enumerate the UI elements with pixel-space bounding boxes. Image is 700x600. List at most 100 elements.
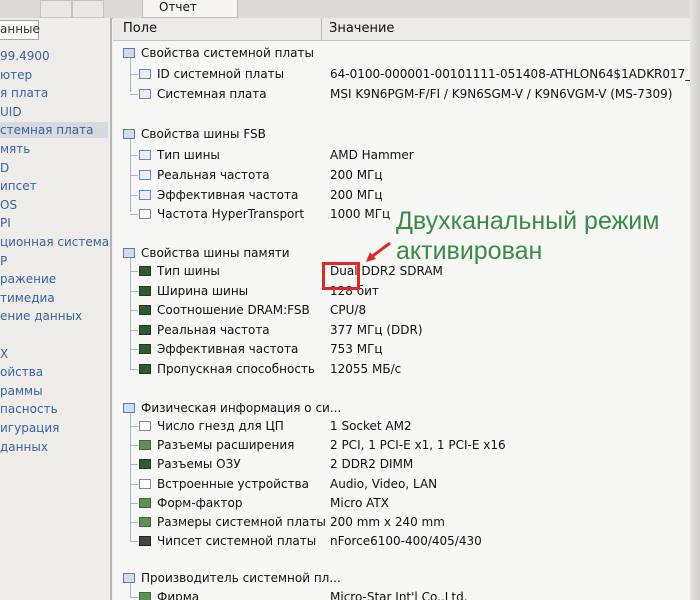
sidebar-item[interactable]: стемная плата <box>0 122 108 139</box>
table-row[interactable]: ID системной платы 64-0100-000001-0010111… <box>113 65 700 84</box>
table-row[interactable]: Фирма Micro-Star Int'l Co.,Ltd. <box>113 588 700 600</box>
toolbar-button[interactable] <box>40 0 72 18</box>
tree-branch <box>130 271 138 272</box>
board-icon <box>139 440 151 451</box>
sidebar-item[interactable]: P <box>0 253 7 269</box>
checkbox-icon <box>139 421 151 431</box>
sidebar-item[interactable]: мять <box>0 141 30 157</box>
sidebar-item[interactable]: пасность <box>0 401 58 417</box>
table-row[interactable]: Число гнезд для ЦП 1 Socket AM2 <box>113 417 700 436</box>
group-header[interactable]: Физическая информация о си... <box>113 399 700 418</box>
table-row[interactable]: Чипсет системной платы nForce6100-400/405… <box>113 532 700 551</box>
field-value: nForce6100-400/405/430 <box>330 534 482 549</box>
table-row[interactable]: Встроенные устройства Audio, Video, LAN <box>113 475 700 494</box>
info-icon <box>139 189 151 200</box>
column-header-value[interactable]: Значение <box>329 18 394 40</box>
sidebar-item[interactable]: X <box>0 346 8 362</box>
board-icon <box>139 517 151 527</box>
category-icon <box>123 48 135 58</box>
column-header-field[interactable]: Поле <box>123 18 157 40</box>
field-value: Micro-Star Int'l Co.,Ltd. <box>330 590 468 600</box>
field-value: Audio, Video, LAN <box>330 476 438 491</box>
annotation-line-2: активирован <box>396 237 543 265</box>
field-name: Тип шины <box>157 264 220 278</box>
field-value: 753 МГц <box>330 342 383 356</box>
sidebar-item[interactable]: ойства <box>0 364 43 380</box>
table-row[interactable]: Тип шины AMD Hammer <box>113 146 700 165</box>
sidebar-item[interactable]: ражение <box>0 271 56 287</box>
memory-icon <box>139 266 151 276</box>
sidebar-item[interactable]: тимедиа <box>0 290 55 306</box>
group-header[interactable]: Производитель системной пл... <box>113 569 700 588</box>
sidebar-item[interactable]: я плата <box>0 85 48 101</box>
group-title: Свойства шины FSB <box>141 127 266 141</box>
table-row[interactable]: Системная плата MSI K9N6PGM-F/FI / K9N6SG… <box>113 85 700 104</box>
sidebar-item[interactable]: ютер <box>0 67 32 83</box>
info-icon <box>139 150 151 160</box>
field-value: MSI K9N6PGM-F/FI / K9N6SGM-V / K9N6VGM-V… <box>330 86 673 101</box>
table-row[interactable]: Разъемы ОЗУ 2 DDR2 DIMM <box>113 455 700 474</box>
group-header[interactable]: Свойства системной платы <box>113 44 700 63</box>
field-value: 1000 МГц <box>330 207 391 222</box>
table-row[interactable]: Эффективная частота 200 МГц <box>113 186 700 205</box>
table-row[interactable]: Форм-фактор Micro ATX <box>113 494 700 513</box>
tree-branch <box>130 426 138 427</box>
sidebar-item[interactable]: ипсет <box>0 178 37 194</box>
field-name: Фирма <box>157 590 200 600</box>
chart-icon[interactable] <box>72 0 104 18</box>
field-name: Разъемы ОЗУ <box>157 457 241 472</box>
tree-branch <box>130 349 138 350</box>
aida64-report-screen: Отчет анные 99.4900 ютер я плата UID стемная… <box>0 0 700 600</box>
memory-icon <box>139 285 151 296</box>
memory-type-label: DDR2 SDRAM <box>361 264 443 278</box>
tree-branch <box>130 502 138 504</box>
table-row[interactable]: Соотношение DRAM:FSB CPU/8 <box>113 301 700 320</box>
table-row[interactable]: Эффективная частота 753 МГц <box>113 340 700 359</box>
tree-branch <box>130 74 138 75</box>
memory-icon <box>139 363 151 374</box>
sidebar-item[interactable]: D <box>0 160 9 176</box>
table-row[interactable]: Реальная частота 200 МГц <box>113 166 700 185</box>
sidebar-item[interactable]: UID <box>0 104 22 120</box>
field-name: Форм-фактор <box>157 495 243 510</box>
tab-report[interactable]: Отчет <box>142 0 238 18</box>
memory-icon <box>139 324 151 335</box>
table-row[interactable]: Разъемы расширения 2 PCI, 1 PCI-E x1, 1 P… <box>113 436 700 455</box>
dual-highlight-box <box>322 262 360 290</box>
board-icon <box>139 592 151 600</box>
chip-icon <box>139 536 151 547</box>
group-title: Физическая информация о си... <box>141 401 342 415</box>
table-row[interactable]: Пропускная способность 12055 МБ/с <box>113 360 700 379</box>
column-separator[interactable] <box>321 18 322 40</box>
table-row[interactable]: Размеры системной платы 200 mm x 240 mm <box>113 513 700 532</box>
memory-icon <box>139 305 151 315</box>
field-value: Micro ATX <box>330 495 389 510</box>
table-row[interactable]: Ширина шины 128 бит <box>113 282 700 301</box>
tree-branch <box>130 522 138 523</box>
field-name: ID системной платы <box>157 67 285 81</box>
table-row[interactable]: Реальная частота 377 МГц (DDR) <box>113 321 700 340</box>
field-name: Ширина шины <box>157 283 249 298</box>
field-name: Соотношение DRAM:FSB <box>157 303 310 317</box>
tree-branch <box>130 368 138 370</box>
tree-branch <box>130 464 138 466</box>
sidebar-item[interactable]: ение данных <box>0 308 82 324</box>
field-name: Размеры системной платы <box>157 515 326 529</box>
sidebar-item[interactable]: ционная система <box>0 234 109 250</box>
sidebar-item[interactable]: PI <box>0 215 11 231</box>
sidebar-item[interactable]: 99.4900 <box>0 48 50 64</box>
group-title: Свойства шины памяти <box>141 246 290 260</box>
sidebar-item[interactable]: раммы <box>0 383 43 399</box>
field-name: Системная плата <box>157 86 267 101</box>
sidebar-item[interactable]: игурация <box>0 420 59 436</box>
annotation-text: Двухканальный режим активирован <box>396 206 696 266</box>
field-value: 200 МГц <box>330 167 383 182</box>
group-header[interactable]: Свойства шины FSB <box>113 125 700 144</box>
field-name: Тип шины <box>157 148 220 162</box>
sidebar-item[interactable]: OS <box>0 197 17 213</box>
field-value: 2 DDR2 DIMM <box>330 457 414 472</box>
field-value: 1 Socket AM2 <box>330 419 412 433</box>
memory-icon <box>139 459 151 470</box>
tab-data[interactable]: анные <box>0 20 40 40</box>
sidebar-item[interactable]: данных <box>0 439 48 455</box>
